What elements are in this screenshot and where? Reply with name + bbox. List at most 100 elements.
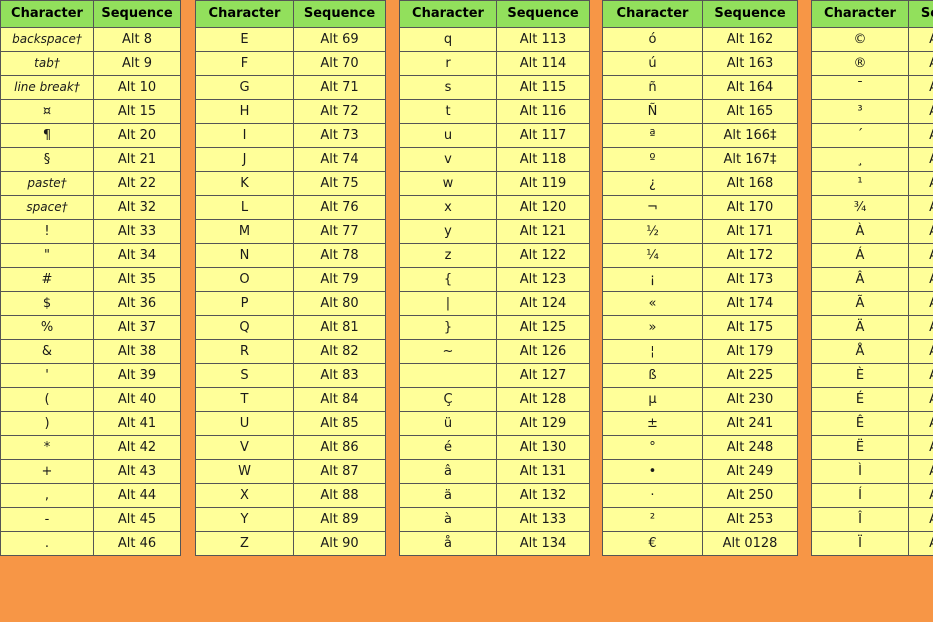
table-row: à Alt 133	[399, 507, 590, 532]
table-row: U Alt 85	[195, 411, 386, 436]
table-row: ÌAlt 0204	[811, 459, 933, 484]
character-cell: ³	[811, 99, 909, 124]
table-row: backspace† Alt 8	[0, 27, 181, 52]
sequence-cell: Alt 0180	[908, 123, 933, 148]
sequence-cell: Alt 0184	[908, 147, 933, 172]
sequence-cell: Alt 79	[293, 267, 386, 292]
sequence-cell: Alt 39	[93, 363, 181, 388]
table-row: â Alt 131	[399, 459, 590, 484]
table-row: ó Alt 162	[602, 27, 798, 52]
table-row: Q Alt 81	[195, 315, 386, 340]
table-row: V Alt 86	[195, 435, 386, 460]
table-row: J Alt 74	[195, 147, 386, 172]
character-cell: ´	[811, 123, 909, 148]
character-cell: I	[195, 123, 294, 148]
table-row: Ñ Alt 165	[602, 99, 798, 124]
character-cell: paste†	[0, 171, 94, 196]
sequence-cell: Alt 230	[702, 387, 798, 412]
sequence-cell: Alt 118	[496, 147, 590, 172]
table-row: X Alt 88	[195, 483, 386, 508]
character-cell: H	[195, 99, 294, 124]
character-cell: X	[195, 483, 294, 508]
sequence-cell: Alt 124	[496, 291, 590, 316]
sequence-cell: Alt 41	[93, 411, 181, 436]
sequence-cell: Alt 168	[702, 171, 798, 196]
character-cell: }	[399, 315, 497, 340]
sequence-cell: Alt 20	[93, 123, 181, 148]
character-cell: °	[602, 435, 703, 460]
table-row: ÄAlt 0196	[811, 315, 933, 340]
table-row: . Alt 46	[0, 531, 181, 556]
column-header-character: Character	[0, 0, 94, 28]
character-cell: space†	[0, 195, 94, 220]
table-row: «Alt 174	[602, 291, 798, 316]
sequence-cell: Alt 129	[496, 411, 590, 436]
table-row: ¾Alt 0190	[811, 195, 933, 220]
character-cell: .	[0, 531, 94, 556]
character-cell: *	[0, 435, 94, 460]
sequence-cell: Alt 173	[702, 267, 798, 292]
character-cell: Ä	[811, 315, 909, 340]
character-cell: ¼	[602, 243, 703, 268]
character-cell: Z	[195, 531, 294, 556]
sequence-cell: Alt 76	[293, 195, 386, 220]
table-row: {Alt 123	[399, 267, 590, 292]
character-cell: â	[399, 459, 497, 484]
character-cell: À	[811, 219, 909, 244]
character-cell	[399, 363, 497, 388]
table-row: ´Alt 0180	[811, 123, 933, 148]
sequence-cell: Alt 22	[93, 171, 181, 196]
sequence-cell: Alt 8	[93, 27, 181, 52]
sequence-cell: Alt 83	[293, 363, 386, 388]
sequence-cell: Alt 38	[93, 339, 181, 364]
sequence-cell: Alt 0190	[908, 195, 933, 220]
character-cell: $	[0, 291, 94, 316]
character-cell: ü	[399, 411, 497, 436]
sequence-cell: Alt 44	[93, 483, 181, 508]
sequence-cell: Alt 78	[293, 243, 386, 268]
sequence-cell: Alt 34	[93, 243, 181, 268]
character-cell: Ñ	[602, 99, 703, 124]
table-row: ) Alt 41	[0, 411, 181, 436]
character-cell: ñ	[602, 75, 703, 100]
sequence-cell: Alt 45	[93, 507, 181, 532]
column-header-sequence: Sequence	[702, 0, 798, 28]
character-cell: V	[195, 435, 294, 460]
sequence-cell: Alt 0174	[908, 51, 933, 76]
table-row: ¶ Alt 20	[0, 123, 181, 148]
character-cell: s	[399, 75, 497, 100]
character-cell: ,	[0, 483, 94, 508]
sequence-cell: Alt 174	[702, 291, 798, 316]
table-row: ¡ Alt 173	[602, 267, 798, 292]
table-row: } Alt 125	[399, 315, 590, 340]
table-row: s Alt 115	[399, 75, 590, 100]
sequence-cell: Alt 0192	[908, 219, 933, 244]
character-cell: U	[195, 411, 294, 436]
character-cell: x	[399, 195, 497, 220]
character-cell: P	[195, 291, 294, 316]
sequence-cell: Alt 162	[702, 27, 798, 52]
table-row: R Alt 82	[195, 339, 386, 364]
sequence-cell: Alt 128	[496, 387, 590, 412]
sequence-cell: Alt 133	[496, 507, 590, 532]
sequence-cell: Alt 0203	[908, 435, 933, 460]
table-row: Ç Alt 128	[399, 387, 590, 412]
table-row: ú Alt 163	[602, 51, 798, 76]
table-row: N Alt 78	[195, 243, 386, 268]
table-row: ! Alt 33	[0, 219, 181, 244]
table-row: ÁAlt 0193	[811, 243, 933, 268]
character-cell: line break†	[0, 75, 94, 100]
sequence-cell: Alt 175	[702, 315, 798, 340]
sequence-cell: Alt 88	[293, 483, 386, 508]
sequence-cell: Alt 134	[496, 531, 590, 556]
table-row: ° Alt 248	[602, 435, 798, 460]
sequence-cell: Alt 40	[93, 387, 181, 412]
sequence-cell: Alt 253	[702, 507, 798, 532]
character-cell: r	[399, 51, 497, 76]
sequence-cell: Alt 249	[702, 459, 798, 484]
character-table-4: Character Sequence ó Alt 162 ú Alt 163 ñ Alt 16…	[602, 0, 798, 556]
table-row: q Alt 113	[399, 27, 590, 52]
character-table-2: Character Sequence E Alt 69 F Alt 70 G Alt 71 H A…	[195, 0, 386, 556]
character-cell: (	[0, 387, 94, 412]
table-row: ÂAlt 0194	[811, 267, 933, 292]
